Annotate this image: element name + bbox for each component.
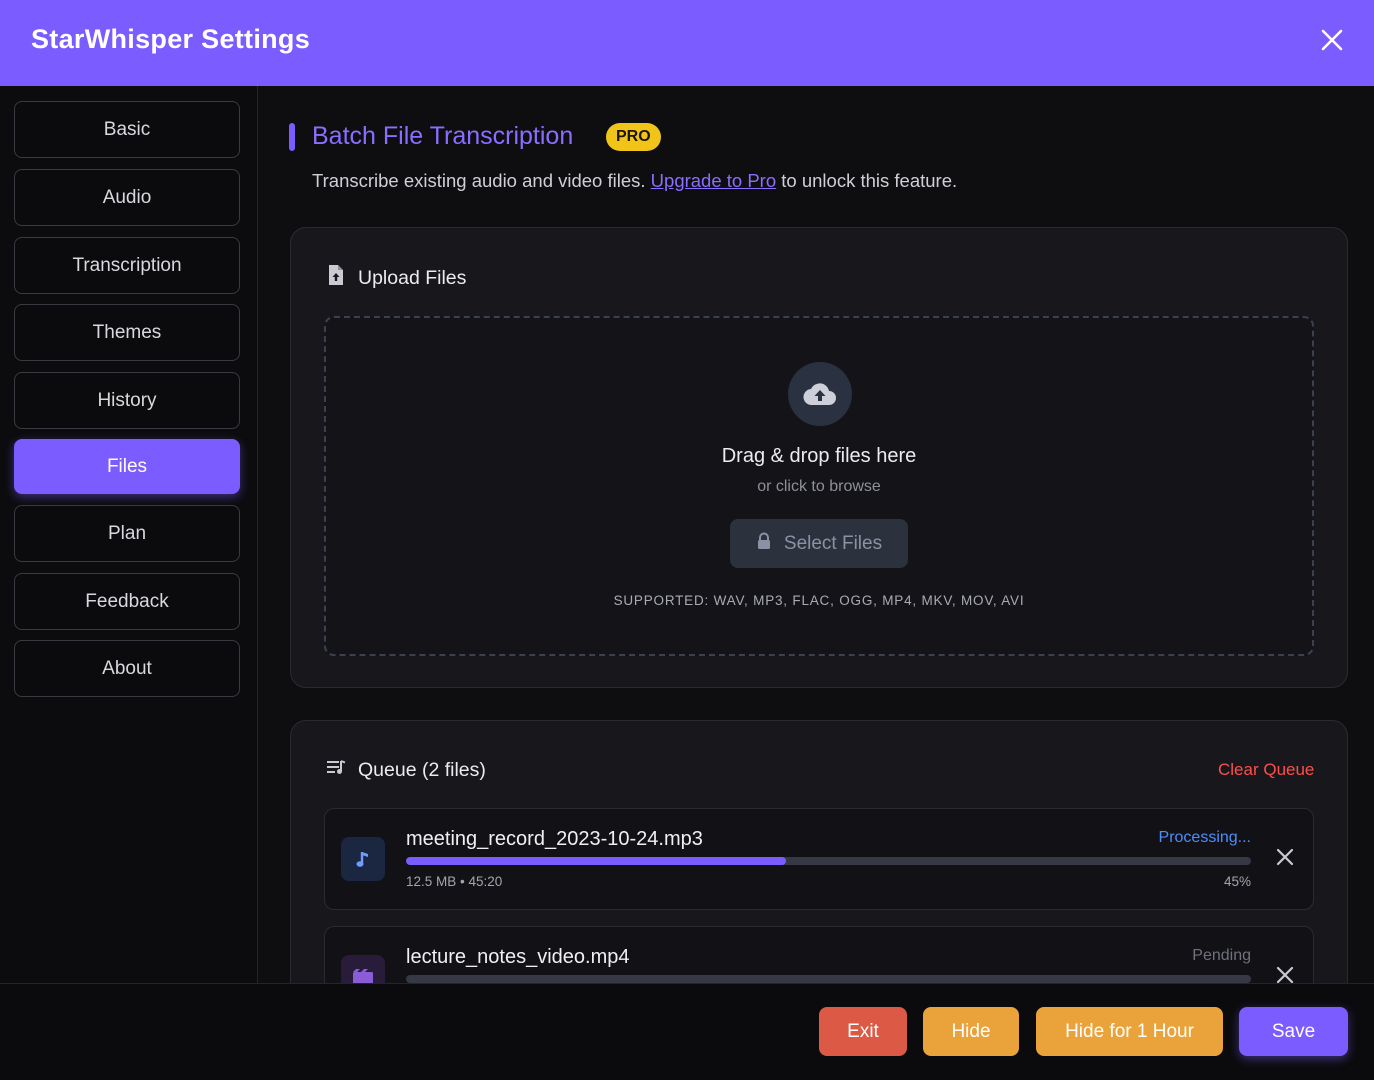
- progress-fill: [406, 857, 787, 865]
- clear-queue-button[interactable]: Clear Queue: [1218, 760, 1314, 780]
- queue-item-meta: 12.5 MB • 45:20: [406, 874, 503, 889]
- select-files-button[interactable]: Select Files: [730, 519, 908, 568]
- title-bar: StarWhisper Settings: [0, 0, 1374, 86]
- drop-zone-title: Drag & drop files here: [721, 445, 917, 467]
- music-note-icon: [341, 837, 385, 881]
- queue-item-progress: [406, 975, 1251, 983]
- sidebar-item-themes[interactable]: Themes: [14, 304, 240, 361]
- queue-item-status: Processing...: [1158, 829, 1251, 846]
- supported-formats: SUPPORTED: WAV, MP3, FLAC, OGG, MP4, MKV…: [613, 593, 1025, 608]
- pro-badge: PRO: [606, 123, 661, 151]
- main-content: Batch File Transcription PRO Transcribe …: [258, 86, 1374, 983]
- exit-button[interactable]: Exit: [819, 1007, 907, 1056]
- queue-item-percent: 45%: [1223, 874, 1251, 889]
- sidebar-item-feedback[interactable]: Feedback: [14, 573, 240, 630]
- queue-header: Queue (2 files): [326, 758, 486, 782]
- sidebar-item-audio[interactable]: Audio: [14, 169, 240, 226]
- queue-item-status: Pending: [1192, 947, 1251, 964]
- hide-button[interactable]: Hide: [923, 1007, 1019, 1056]
- sidebar-item-transcription[interactable]: Transcription: [14, 237, 240, 294]
- upgrade-link[interactable]: Upgrade to Pro: [651, 170, 776, 191]
- drop-zone[interactable]: Drag & drop files here or click to brows…: [324, 316, 1314, 656]
- queue-item: lecture_notes_video.mp4 Pending: [324, 926, 1314, 983]
- upload-card: Upload Files Drag & drop files here or c…: [290, 227, 1348, 688]
- queue-item-name: meeting_record_2023-10-24.mp3: [406, 828, 703, 850]
- sidebar-item-basic[interactable]: Basic: [14, 101, 240, 158]
- window-title: StarWhisper Settings: [31, 24, 311, 54]
- queue-item-name: lecture_notes_video.mp4: [406, 946, 630, 968]
- lock-icon: [756, 532, 772, 556]
- footer-bar: Exit Hide Hide for 1 Hour Save: [0, 983, 1374, 1080]
- section-accent-bar: [289, 123, 295, 151]
- sidebar-item-about[interactable]: About: [14, 640, 240, 697]
- sidebar-item-plan[interactable]: Plan: [14, 505, 240, 562]
- queue-card: Queue (2 files) Clear Queue meeting_reco…: [290, 720, 1348, 983]
- section-description: Transcribe existing audio and video file…: [312, 170, 957, 192]
- file-upload-icon: [326, 264, 346, 292]
- cloud-upload-icon: [788, 362, 852, 426]
- upload-heading: Upload Files: [358, 266, 467, 289]
- sidebar-item-history[interactable]: History: [14, 372, 240, 429]
- sidebar: Basic Audio Transcription Themes History…: [0, 86, 258, 983]
- remove-item-icon[interactable]: [1273, 963, 1297, 983]
- remove-item-icon[interactable]: [1273, 845, 1297, 869]
- description-text: Transcribe existing audio and video file…: [312, 170, 646, 191]
- sidebar-item-files[interactable]: Files: [14, 439, 240, 494]
- drop-zone-subtitle: or click to browse: [757, 478, 881, 495]
- queue-icon: [326, 758, 346, 782]
- upload-header: Upload Files: [326, 264, 466, 292]
- queue-item: meeting_record_2023-10-24.mp3 Processing…: [324, 808, 1314, 910]
- select-files-label: Select Files: [783, 532, 883, 554]
- queue-heading: Queue (2 files): [358, 758, 486, 781]
- video-icon: [341, 955, 385, 983]
- save-button[interactable]: Save: [1239, 1007, 1348, 1056]
- close-icon[interactable]: [1314, 22, 1350, 58]
- description-text-after: to unlock this feature.: [781, 170, 958, 191]
- section-title: Batch File Transcription: [312, 122, 574, 150]
- hide-for-hour-button[interactable]: Hide for 1 Hour: [1036, 1007, 1223, 1056]
- queue-item-progress: [406, 857, 1251, 865]
